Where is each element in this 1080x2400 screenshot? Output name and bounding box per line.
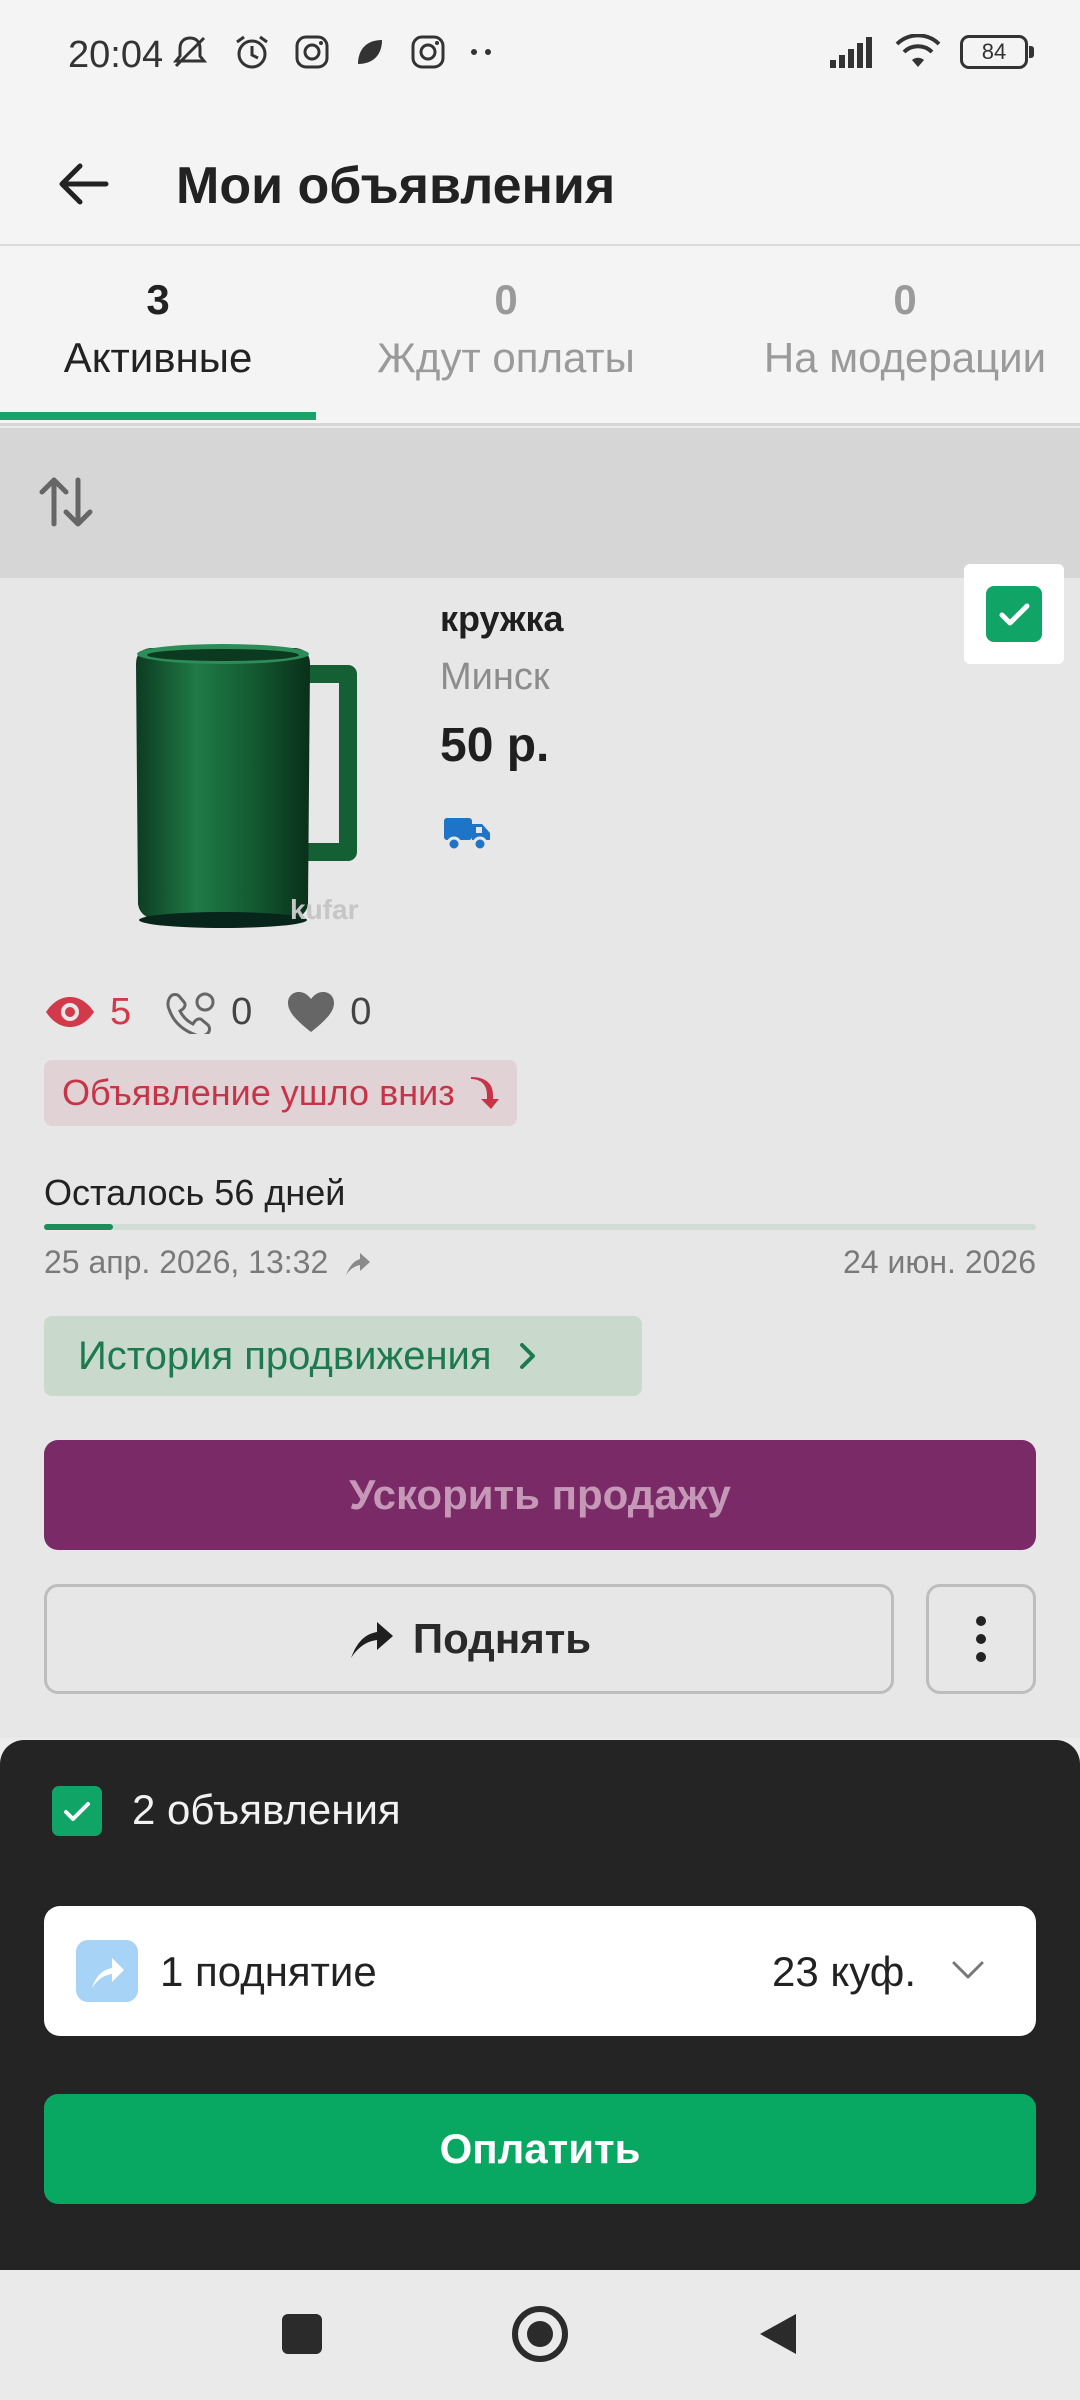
raise-listing-button[interactable]: Поднять	[44, 1584, 894, 1694]
tab-count: 0	[893, 276, 917, 323]
raise-arrow-icon	[346, 1252, 371, 1275]
kebab-menu-icon	[976, 1616, 986, 1662]
raise-package-select[interactable]: 1 поднятие 23 куф.	[44, 1906, 1036, 2036]
chat-icon	[358, 40, 382, 64]
system-icons: 84	[828, 34, 1034, 70]
system-back-button[interactable]	[756, 2310, 800, 2358]
listing-price: 50 р.	[440, 719, 550, 772]
views-count: 5	[110, 990, 132, 1033]
listing-title[interactable]: кружка	[440, 598, 564, 640]
mute-icon	[172, 36, 208, 68]
heart-icon	[288, 992, 335, 1032]
tab-label: Активные	[63, 334, 253, 381]
tab-count: 3	[146, 276, 170, 323]
status-time: 20:04	[68, 34, 164, 76]
eye-icon	[46, 997, 94, 1027]
sort-arrows-icon	[39, 477, 93, 527]
wifi-icon	[895, 34, 941, 67]
recent-apps-button[interactable]	[282, 2314, 322, 2354]
favorites-stat: 0	[286, 990, 371, 1034]
tab-moderation[interactable]: 0 На модерации	[742, 246, 1068, 426]
system-nav-bar	[0, 2270, 1080, 2400]
listing-select-checkbox[interactable]	[964, 564, 1064, 664]
listing-card: kufar кружка Минск 50 р. 5 0 0 Объявлени…	[0, 564, 1080, 1738]
raise-up-icon	[76, 1940, 138, 2002]
delivery-truck-icon	[444, 818, 490, 852]
app-header: Мои объявления	[0, 120, 1080, 246]
promotion-history-button[interactable]: История продвижения	[44, 1316, 642, 1396]
more-options-button[interactable]	[926, 1584, 1036, 1694]
active-tab-indicator	[0, 412, 316, 420]
listing-stats: 5 0 0	[44, 990, 405, 1034]
promotion-history-label: История продвижения	[78, 1333, 492, 1378]
checkmark-icon	[64, 1802, 90, 1821]
tab-active[interactable]: 3 Активные	[0, 246, 316, 426]
speed-up-sale-button[interactable]: Ускорить продажу	[44, 1440, 1036, 1550]
bulk-action-sheet: 2 объявления 1 поднятие 23 куф. Оплатить	[0, 1740, 1080, 2270]
phone-icon	[166, 992, 215, 1034]
tab-label: На модерации	[763, 334, 1047, 381]
arrow-left-icon	[59, 163, 109, 205]
alarm-icon	[236, 35, 268, 69]
back-button[interactable]	[44, 144, 124, 224]
views-stat: 5	[44, 991, 131, 1034]
status-bar: 20:04 84	[0, 0, 1080, 120]
listing-progress	[44, 1224, 1036, 1230]
sort-button[interactable]	[36, 472, 96, 537]
notification-icons	[170, 32, 496, 72]
sort-bar	[0, 428, 1080, 578]
chevron-right-icon	[519, 1343, 535, 1369]
publish-date-label: 25 апр. 2026, 13:32	[44, 1244, 329, 1280]
expiry-date: 24 июн. 2026	[843, 1244, 1036, 1280]
publish-date: 25 апр. 2026, 13:32	[44, 1244, 374, 1281]
status-badge: Объявление ушло вниз	[44, 1060, 517, 1126]
days-left: Осталось 56 дней	[44, 1172, 346, 1213]
tab-awaiting-payment[interactable]: 0 Ждут оплаты	[346, 246, 666, 426]
select-all-checkbox[interactable]	[52, 1786, 102, 1836]
selected-count: 2 объявления	[132, 1786, 401, 1833]
watermark: kufar	[290, 894, 359, 925]
instagram-icon	[411, 35, 445, 69]
tab-bar: 3 Активные 0 Ждут оплаты 0 На модерации	[0, 246, 1080, 426]
home-dot	[527, 2321, 553, 2347]
raise-quantity: 1 поднятие	[160, 1948, 377, 1995]
raise-listing-label: Поднять	[412, 1615, 592, 1662]
tab-label: Ждут оплаты	[377, 334, 635, 381]
status-badge-label: Объявление ушло вниз	[62, 1072, 455, 1113]
signal-icon	[830, 37, 872, 68]
tab-count: 0	[494, 276, 518, 323]
battery-icon: 84	[960, 35, 1034, 69]
raise-price: 23 куф.	[772, 1948, 916, 1995]
home-button[interactable]	[512, 2306, 568, 2362]
calls-stat: 0	[165, 990, 252, 1034]
raise-arrow-icon	[350, 1622, 393, 1658]
chevron-down-icon	[952, 1961, 984, 1979]
page-title: Мои объявления	[176, 157, 616, 215]
calls-count: 0	[231, 990, 253, 1033]
more-dots-icon	[471, 49, 491, 55]
listing-progress-fill	[44, 1224, 114, 1230]
instagram-icon	[295, 35, 329, 69]
pay-button[interactable]: Оплатить	[44, 2094, 1036, 2204]
checkmark-icon	[986, 586, 1042, 642]
listing-city: Минск	[440, 656, 550, 698]
arrow-down-right-icon	[470, 1077, 499, 1109]
favorites-count: 0	[350, 990, 372, 1033]
